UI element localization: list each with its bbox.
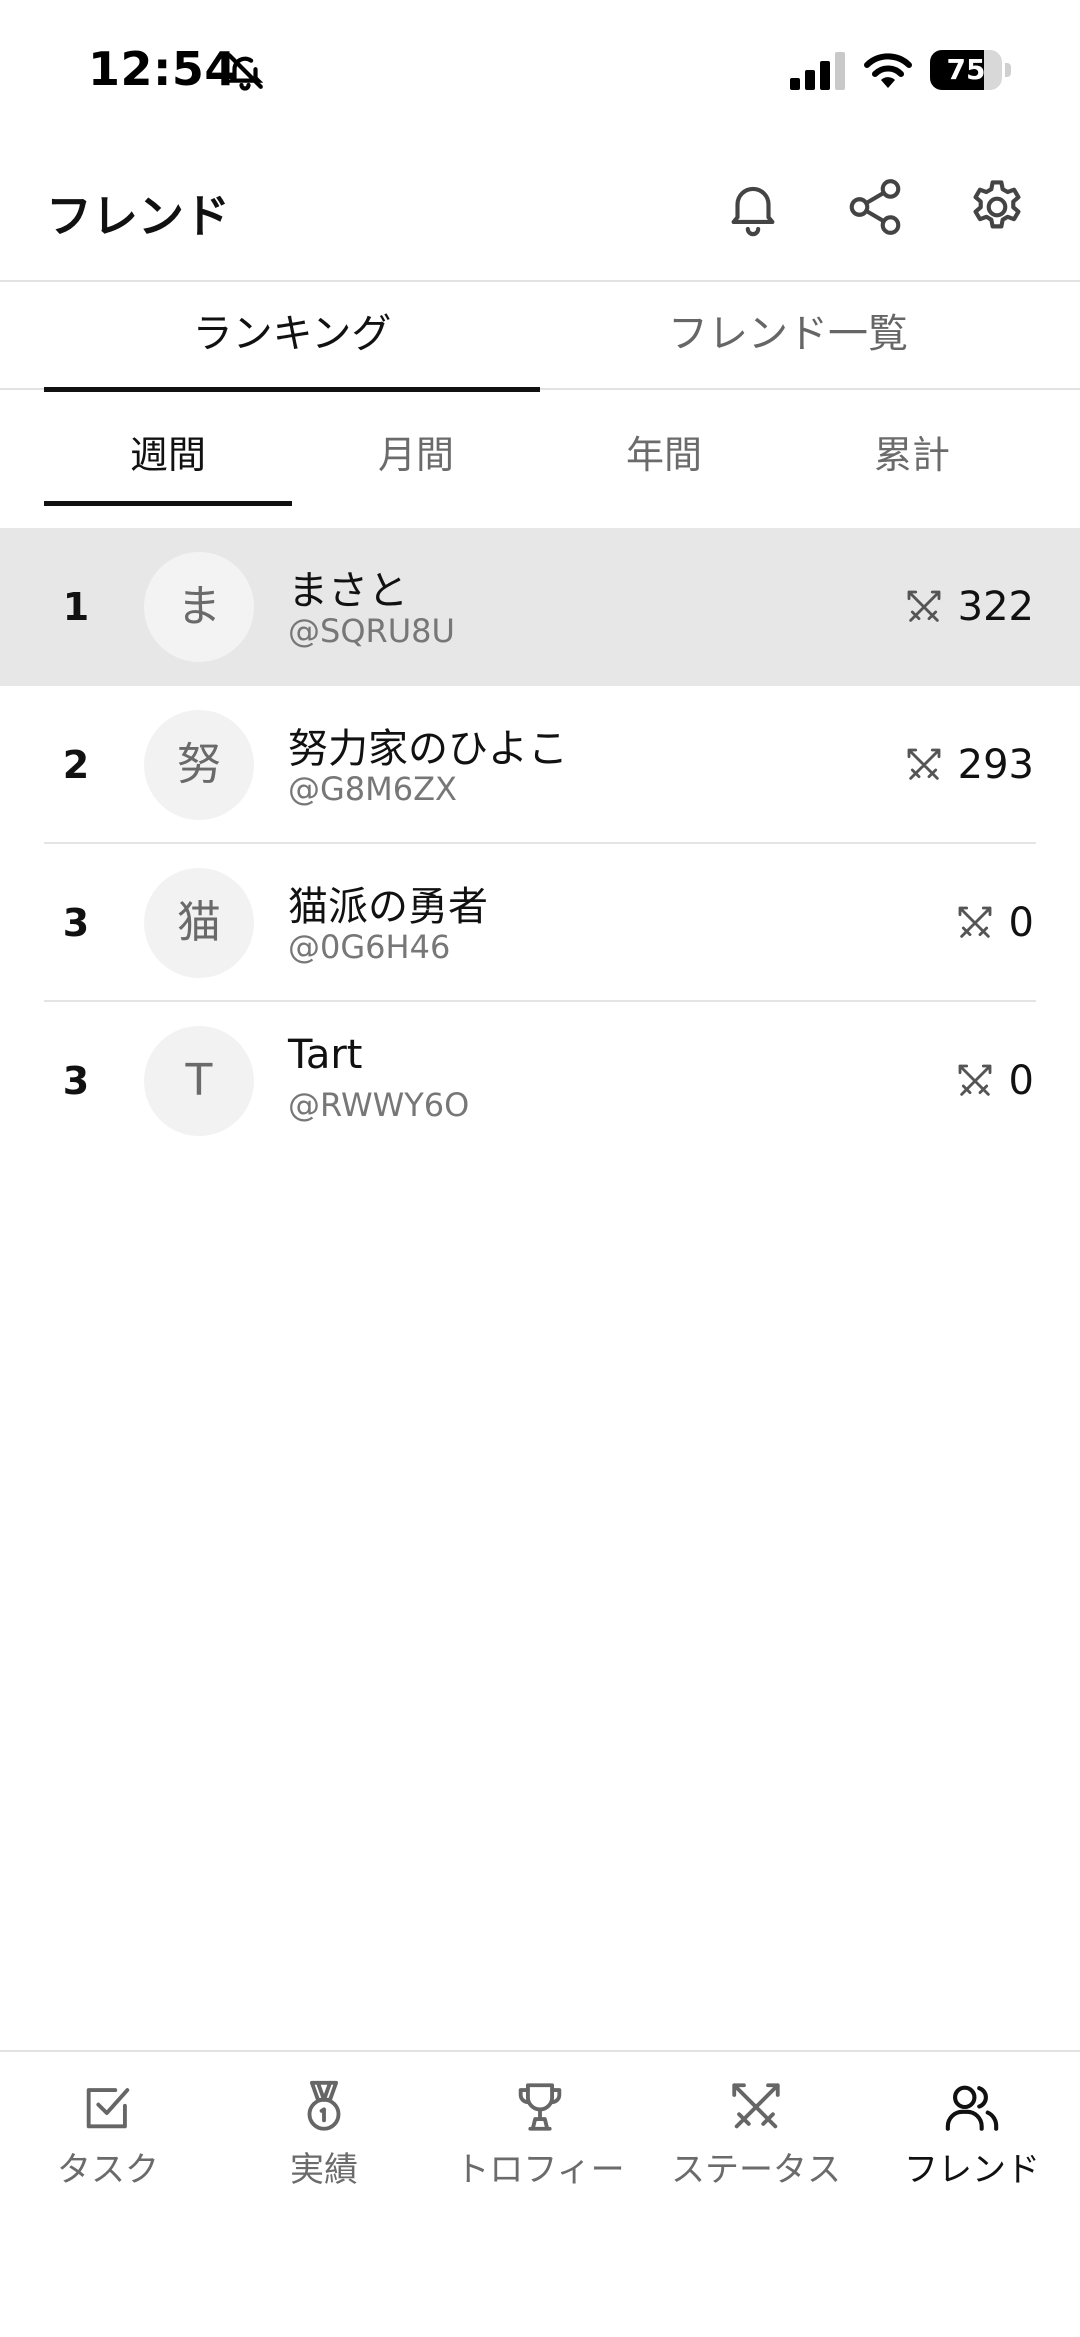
tab-label: フレンド一覧	[668, 311, 908, 357]
tab-label: 累計	[873, 433, 950, 477]
checkbox-icon	[86, 2088, 130, 2129]
status-time: 12:54	[88, 42, 237, 96]
bell-off-icon	[224, 50, 266, 92]
tab-weekly[interactable]: 週間	[44, 392, 292, 510]
ranking-list: 1 ま まさと @SQRU8U 322 2 努 努力家のひよこ @G8M6ZX …	[0, 528, 1080, 1160]
ranking-row[interactable]: 3 T Tart @RWWY6O 0	[0, 1002, 1080, 1160]
friend-handle: @SQRU8U	[288, 612, 455, 650]
medal-icon	[307, 2080, 341, 2131]
nav-label: ステータス	[671, 2150, 841, 2190]
score-value: 293	[957, 742, 1034, 788]
tab-total[interactable]: 累計	[788, 392, 1036, 510]
score: 322	[904, 528, 1034, 686]
tab-yearly[interactable]: 年間	[540, 392, 788, 510]
crossed-swords-icon	[732, 2083, 780, 2129]
ranking-row[interactable]: 3 猫 猫派の勇者 @0G6H46 0	[0, 844, 1080, 1002]
tab-ranking[interactable]: ランキング	[44, 284, 540, 392]
ranking-row[interactable]: 2 努 努力家のひよこ @G8M6ZX 293	[0, 686, 1080, 844]
tab-label: 月間	[377, 433, 454, 477]
crossed-swords-icon	[958, 1064, 991, 1096]
friend-handle: @RWWY6O	[288, 1086, 470, 1124]
app-header: フレンド	[0, 140, 1080, 282]
rank-number: 1	[62, 585, 90, 629]
rank-number: 3	[62, 901, 90, 945]
score-value: 322	[957, 584, 1034, 630]
nav-friends[interactable]: フレンド	[864, 2078, 1080, 2190]
status-bar: 12:54 75	[0, 0, 1080, 140]
avatar: 努	[144, 710, 254, 820]
friend-handle: @0G6H46	[288, 928, 451, 966]
score: 0	[955, 844, 1034, 1002]
friend-name: 努力家のひよこ	[288, 726, 568, 772]
battery-level: 75	[946, 53, 986, 86]
nav-tasks[interactable]: タスク	[0, 2078, 216, 2190]
crossed-swords-icon	[907, 748, 941, 780]
period-tabs: 週間 月間 年間 累計	[0, 392, 1080, 510]
wifi-icon	[862, 50, 914, 90]
avatar: ま	[144, 552, 254, 662]
battery-icon: 75	[930, 50, 1012, 90]
friend-name: まさと	[288, 568, 408, 614]
tab-label: 週間	[129, 433, 206, 477]
nav-label: 実績	[290, 2150, 358, 2190]
nav-label: トロフィー	[455, 2150, 625, 2190]
friend-name: Tart	[288, 1032, 363, 1078]
signal-icon	[790, 52, 846, 90]
main-tabs: ランキング フレンド一覧	[0, 284, 1080, 392]
users-icon	[945, 2085, 999, 2131]
rank-number: 2	[62, 743, 90, 787]
page-title: フレンド	[46, 189, 230, 243]
friend-handle: @G8M6ZX	[288, 770, 457, 808]
tab-label: 年間	[625, 433, 702, 477]
friend-name: 猫派の勇者	[288, 884, 488, 930]
rank-number: 3	[62, 1059, 90, 1103]
nav-trophies[interactable]: トロフィー	[432, 2078, 648, 2190]
score-value: 0	[1008, 1058, 1034, 1104]
bell-icon[interactable]	[722, 176, 784, 238]
bottom-nav: タスク 実績 トロフィー ステータス フレンド	[0, 2050, 1080, 2190]
nav-label: フレンド	[904, 2150, 1040, 2190]
nav-achievements[interactable]: 実績	[216, 2078, 432, 2190]
score-value: 0	[1008, 900, 1034, 946]
nav-status[interactable]: ステータス	[648, 2078, 864, 2190]
crossed-swords-icon	[958, 906, 991, 938]
ranking-row[interactable]: 1 ま まさと @SQRU8U 322	[0, 528, 1080, 686]
tab-monthly[interactable]: 月間	[292, 392, 540, 510]
gear-icon[interactable]	[966, 176, 1028, 238]
crossed-swords-icon	[907, 590, 941, 622]
active-tab-indicator	[44, 501, 292, 506]
tab-friend-list[interactable]: フレンド一覧	[540, 284, 1036, 390]
score: 293	[904, 686, 1034, 844]
tab-label: ランキング	[192, 311, 392, 357]
avatar: T	[144, 1026, 254, 1136]
avatar: 猫	[144, 868, 254, 978]
score: 0	[955, 1002, 1034, 1160]
trophy-icon	[518, 2083, 562, 2131]
nav-label: タスク	[57, 2150, 159, 2190]
share-icon[interactable]	[844, 176, 906, 238]
